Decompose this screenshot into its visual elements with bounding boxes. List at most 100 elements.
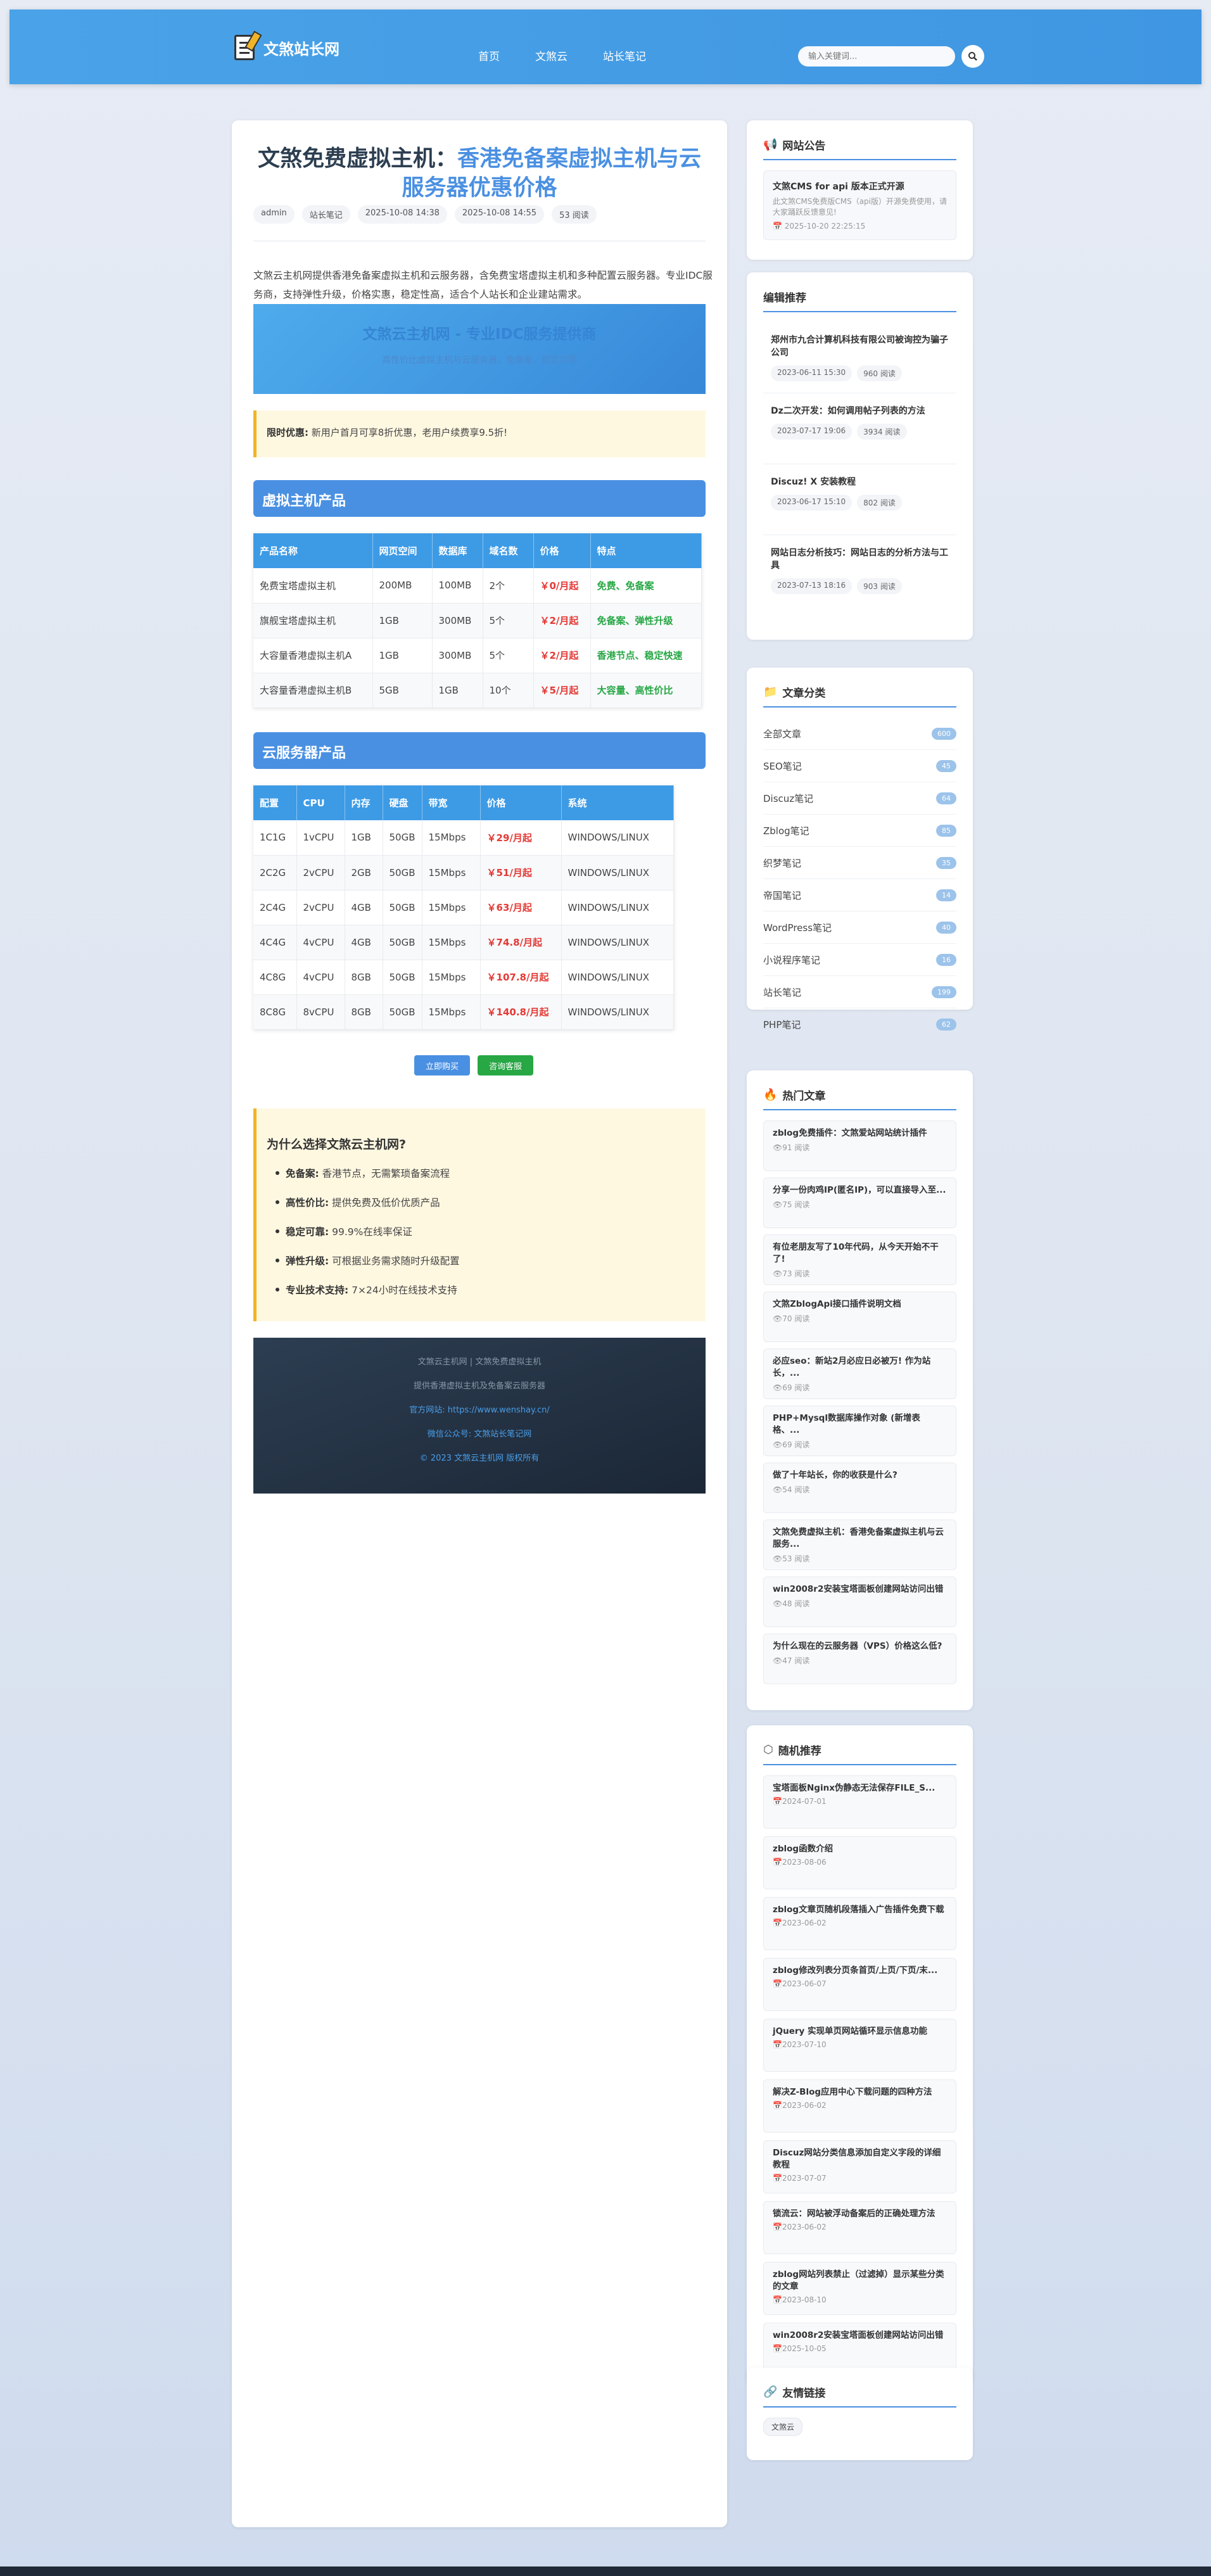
price-cell: ￥5/月起 [533,673,591,708]
item-date: 2023-06-02 [782,2223,827,2231]
category-item[interactable]: 帝国笔记 14 [763,879,956,911]
category-item[interactable]: 小说程序笔记 16 [763,944,956,976]
recommend-item[interactable]: 郑州市九合计算机科技有限公司被询控为骗子公司 2023-06-11 15:30 96… [763,322,956,393]
nav-item-home[interactable]: 首页 [478,48,500,63]
search-bar [798,45,984,68]
calendar-icon: 📅 [773,2101,782,2110]
item-title: zblog免费插件：文煞爱站网站统计插件 [773,1128,927,1138]
col-header: 数据库 [432,533,483,568]
announcement-widget: 📢 网站公告 文煞CMS for api 版本正式开源 此文煞CMS免费版CMS（… [747,120,973,260]
calendar-icon: 📅 [773,2223,782,2231]
cell: 300MB [432,638,483,673]
date-text: 2025-10-20 22:25:15 [784,222,866,231]
item-views: 70 阅读 [782,1314,810,1323]
cell: 300MB [432,603,483,638]
item-value: 提供免费及低价优质产品 [332,1197,440,1209]
category-count: 85 [936,824,956,837]
random-item[interactable]: Discuz网站分类信息添加自定义字段的详细教程 📅2023-07-07 [763,2140,956,2193]
hot-item[interactable]: win2008r2安装宝塔面板创建网站访问出错 👁48 阅读 [763,1577,956,1627]
random-item[interactable]: 锁流云：网站被浮动备案后的正确处理方法 📅2023-06-02 [763,2201,956,2254]
footer-wechat: 微信公众号: 文煞站长笔记网 [427,1430,532,1439]
hot-item[interactable]: PHP+Mysql数据库操作对象 (新增表格、... 👁69 阅读 [763,1405,956,1456]
cell: 4C8G [253,960,297,995]
item-date: 2025-10-05 [782,2344,827,2353]
nav-item-cloud[interactable]: 文煞云 [535,48,567,63]
category-item[interactable]: 织梦笔记 35 [763,847,956,879]
footer-line: 文煞云主机网 | 文煞免费虚拟主机 [417,1357,542,1367]
random-item[interactable]: jQuery 实现单页网站循环显示信息功能 📅2023-07-10 [763,2019,956,2072]
category-item[interactable]: Zblog笔记 85 [763,815,956,847]
hot-item[interactable]: 为什么现在的云服务器（VPS）价格这么低? 👁47 阅读 [763,1634,956,1684]
announcement-title: 文煞CMS for api 版本正式开源 [773,182,904,192]
hot-item[interactable]: 文煞ZblogApi接口插件说明文档 👁70 阅读 [763,1291,956,1342]
hot-item[interactable]: 文煞免费虚拟主机：香港免备案虚拟主机与云服务... 👁53 阅读 [763,1520,956,1570]
cell: 2GB [345,855,383,891]
item-title: zblog网站列表禁止（过滤掉）显示某些分类的文章 [773,2269,944,2292]
recommend-item[interactable]: 网站日志分析技巧：网站日志的分析方法与工具 2023-07-13 18:16 903… [763,535,956,606]
announcement-date: 📅 2025-10-20 22:25:15 [773,222,947,231]
random-item[interactable]: 解决Z-Blog应用中心下载问题的四种方法 📅2023-06-02 [763,2079,956,2133]
announcement-item[interactable]: 文煞CMS for api 版本正式开源 此文煞CMS免费版CMS（api版）开… [763,170,956,240]
cell: 1GB [372,603,433,638]
feature-cell: 免备案、弹性升级 [590,603,702,638]
category-item[interactable]: Discuz笔记 64 [763,782,956,815]
category-item[interactable]: 全部文章 600 [763,718,956,750]
cell: 50GB [383,855,422,891]
random-item[interactable]: 宝塔面板Nginx伪静态无法保存FILE_S... 📅2024-07-01 [763,1775,956,1829]
col-header: 内存 [345,785,383,820]
search-button[interactable] [961,45,984,68]
eye-icon: 👁 [773,1554,783,1563]
category-item[interactable]: 站长笔记 199 [763,976,956,1008]
recommend-item[interactable]: Dz二次开发：如何调用帖子列表的方法 2023-07-17 19:06 3934 阅… [763,393,956,464]
category-count: 35 [936,856,956,869]
meta-author[interactable]: admin [253,205,295,224]
friend-link[interactable]: 文煞云 [763,2418,803,2436]
random-item[interactable]: zblog函数介绍 📅2023-08-06 [763,1836,956,1889]
random-item[interactable]: zblog网站列表禁止（过滤掉）显示某些分类的文章 📅2023-08-10 [763,2262,956,2315]
hot-item[interactable]: 分享一份肉鸡IP(匿名IP)，可以直接导入至... 👁75 阅读 [763,1177,956,1228]
item-title: zblog文章页随机段落插入广告插件免费下载 [773,1905,944,1915]
random-item[interactable]: zblog修改列表分页条首页/上页/下页/末... 📅2023-06-07 [763,1958,956,2011]
cell: WINDOWS/LINUX [561,994,675,1030]
item-title: 解决Z-Blog应用中心下载问题的四种方法 [773,2087,932,2097]
item-title: 分享一份肉鸡IP(匿名IP)，可以直接导入至... [773,1185,946,1195]
widget-title: 友情链接 [782,2387,826,2400]
price-cell: ￥2/月起 [533,638,591,673]
cloud-section-title: 云服务器产品 [253,732,706,769]
nav-item-notes[interactable]: 站长笔记 [603,48,646,63]
cell: 8GB [345,994,383,1030]
buy-button[interactable]: 立即购买 [414,1055,471,1075]
widget-header: 📢 网站公告 [763,137,956,160]
cell: 8vCPU [296,994,345,1030]
category-item[interactable]: WordPress笔记 40 [763,911,956,944]
hot-item[interactable]: 必应seo：新站2月必应日必被万! 作为站长，... 👁69 阅读 [763,1348,956,1399]
cell: 200MB [372,568,433,604]
hot-item[interactable]: 有位老朋友写了10年代码，从今天开始不干了! 👁73 阅读 [763,1234,956,1285]
widget-title: 文章分类 [782,687,826,700]
category-item[interactable]: SEO笔记 45 [763,750,956,782]
cell: 5个 [483,603,534,638]
search-input[interactable] [798,46,955,67]
item-title: 文煞ZblogApi接口插件说明文档 [773,1299,901,1309]
footer-website-link[interactable]: 官方网站: https://www.wenshay.cn/ [253,1399,706,1423]
category-count: 199 [932,986,956,998]
item-date: 2023-06-07 [782,1979,827,1988]
hot-item[interactable]: 做了十年站长，你的收获是什么? 👁54 阅读 [763,1462,956,1513]
category-item[interactable]: PHP笔记 62 [763,1008,956,1041]
hot-item[interactable]: zblog免费插件：文煞爱站网站统计插件 👁91 阅读 [763,1120,956,1171]
calendar-icon: 📅 [773,2174,782,2183]
item-views: 69 阅读 [782,1440,810,1449]
promo-banner: 文煞云主机网 - 专业IDC服务提供商 高性价比虚拟主机与云服务器，免备案，稳定… [253,304,706,394]
random-articles-widget: ⬡ 随机推荐 宝塔面板Nginx伪静态无法保存FILE_S... 📅2024-07-… [747,1725,973,2384]
site-logo[interactable]: 文煞站长网 [234,35,339,60]
consult-button[interactable]: 咨询客服 [478,1055,534,1075]
item-key: 高性价比: [286,1197,329,1209]
random-item[interactable]: zblog文章页随机段落插入广告插件免费下载 📅2023-06-02 [763,1897,956,1950]
item-views: 53 阅读 [782,1554,810,1563]
recommend-item[interactable]: Discuz! X 安装教程 2023-06-17 15:10 802 阅读 [763,464,956,535]
meta-category[interactable]: 站长笔记 [301,205,350,224]
cell: 4vCPU [296,960,345,995]
cell: 免费宝塔虚拟主机 [253,568,373,604]
feature-cell: 免费、免备案 [590,568,702,604]
feature-cell: 香港节点、稳定快速 [590,638,702,673]
